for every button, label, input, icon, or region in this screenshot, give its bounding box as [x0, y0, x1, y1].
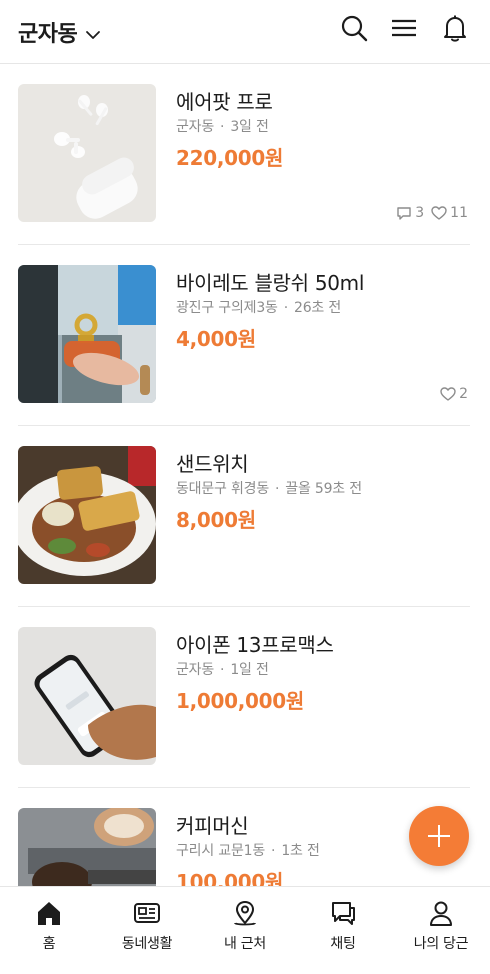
item-meta: 군자동 · 3일 전 [176, 116, 269, 136]
like-count-value: 2 [459, 386, 468, 402]
item-time: 3일 전 [230, 119, 269, 135]
item-time: 1일 전 [230, 662, 269, 678]
menu-icon[interactable] [390, 14, 418, 42]
location-selector[interactable]: 군자동 [18, 16, 101, 48]
write-post-button[interactable] [409, 806, 469, 866]
meta-separator: · [220, 662, 225, 678]
product-image-sandwich [18, 446, 156, 584]
meta-separator: · [220, 119, 225, 135]
nav-item-home[interactable]: 홈 [0, 887, 98, 974]
like-count-value: 11 [450, 205, 468, 221]
item-meta: 구리시 교문1동 · 1초 전 [176, 840, 320, 860]
location-label: 군자동 [18, 22, 78, 47]
product-image-perfume [18, 265, 156, 403]
item-meta: 광진구 구의제3동 · 26초 전 [176, 297, 341, 317]
item-time: 1초 전 [281, 843, 320, 859]
item-time: 끌올 59초 전 [285, 481, 362, 497]
meta-separator: · [283, 300, 288, 316]
nav-item-chat[interactable]: 채팅 [294, 887, 392, 974]
item-location: 동대문구 휘경동 [176, 481, 270, 497]
item-stats: 3 11 [389, 204, 468, 222]
plus-icon [428, 825, 450, 847]
item-title: 샌드위치 [176, 452, 249, 476]
item-price: 220,000원 [176, 146, 284, 170]
product-image-airpods [18, 84, 156, 222]
bottom-nav: 홈 동네생활 내 근처 채팅 나의 당근 [0, 886, 490, 974]
nav-label: 나의 당근 [413, 936, 469, 952]
chat-count: 3 [395, 204, 424, 222]
person-icon [430, 901, 452, 926]
chevron-down-icon [85, 26, 101, 39]
location-pin-icon [234, 901, 256, 926]
nav-label: 채팅 [330, 936, 356, 952]
item-location: 군자동 [176, 662, 215, 678]
meta-separator: · [275, 481, 280, 497]
nav-item-nearby[interactable]: 내 근처 [196, 887, 294, 974]
item-price: 1,000,000원 [176, 689, 305, 713]
list-item[interactable]: 에어팟 프로 군자동 · 3일 전 220,000원 3 11 [0, 64, 490, 245]
item-title: 에어팟 프로 [176, 90, 273, 114]
nav-label: 홈 [42, 936, 56, 952]
nav-label: 동네생활 [121, 936, 173, 952]
item-meta: 군자동 · 1일 전 [176, 659, 269, 679]
list-item[interactable]: 샌드위치 동대문구 휘경동 · 끌올 59초 전 8,000원 [0, 426, 490, 607]
item-price: 8,000원 [176, 508, 256, 532]
list-item[interactable]: 아이폰 13프로맥스 군자동 · 1일 전 1,000,000원 [0, 607, 490, 788]
item-meta: 동대문구 휘경동 · 끌올 59초 전 [176, 478, 362, 498]
item-price: 100,000원 [176, 870, 284, 886]
like-count: 11 [430, 204, 468, 222]
meta-separator: · [271, 843, 276, 859]
item-title: 아이폰 13프로맥스 [176, 633, 334, 657]
item-title: 바이레도 블랑쉬 50ml [176, 271, 365, 295]
item-location: 광진구 구의제3동 [176, 300, 278, 316]
top-bar: 군자동 [0, 0, 490, 64]
nav-item-neighborhood[interactable]: 동네생활 [98, 887, 196, 974]
chat-count-value: 3 [415, 205, 425, 221]
like-count: 2 [439, 385, 468, 403]
item-price: 4,000원 [176, 327, 256, 351]
item-location: 구리시 교문1동 [176, 843, 266, 859]
item-time: 26초 전 [293, 300, 342, 316]
home-icon [38, 902, 60, 925]
item-location: 군자동 [176, 119, 215, 135]
heart-icon [431, 206, 447, 220]
nav-label: 내 근처 [224, 936, 266, 952]
item-stats: 2 [433, 385, 468, 403]
chat-icon [332, 902, 355, 925]
heart-icon [440, 387, 456, 401]
product-list: 에어팟 프로 군자동 · 3일 전 220,000원 3 11 바이레도 블랑쉬… [0, 64, 490, 886]
product-image-coffee-machine [18, 808, 156, 886]
search-icon[interactable] [340, 14, 368, 42]
chat-bubble-icon [397, 207, 411, 220]
item-title: 커피머신 [176, 814, 249, 838]
bell-icon[interactable] [441, 14, 469, 42]
newspaper-icon [134, 903, 160, 923]
nav-item-my-carrot[interactable]: 나의 당근 [392, 887, 490, 974]
list-item[interactable]: 바이레도 블랑쉬 50ml 광진구 구의제3동 · 26초 전 4,000원 2 [0, 245, 490, 426]
product-image-iphone [18, 627, 156, 765]
